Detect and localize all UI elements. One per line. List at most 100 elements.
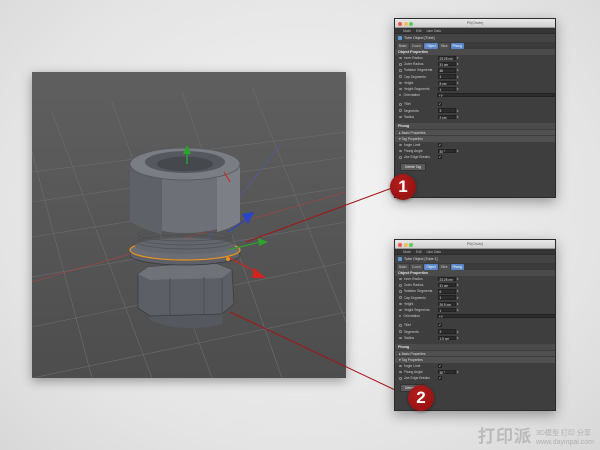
- property-value-field[interactable]: 1: [437, 295, 456, 300]
- animate-dot-icon[interactable]: [399, 336, 402, 340]
- tab-object[interactable]: Object: [424, 263, 438, 270]
- menu-item[interactable]: User Data: [426, 29, 440, 33]
- window-title: P0(Chutn): [466, 21, 484, 26]
- property-checkbox[interactable]: ✓: [437, 363, 442, 368]
- menu-item[interactable]: Edit: [416, 29, 422, 33]
- animate-dot-icon[interactable]: [399, 277, 402, 281]
- property-row[interactable]: Use Edge Breaks ✓: [395, 375, 555, 381]
- animate-dot-icon[interactable]: [399, 302, 402, 306]
- animate-dot-icon[interactable]: [399, 290, 402, 293]
- property-label: Angle Limit: [403, 363, 421, 368]
- animate-dot-icon[interactable]: [399, 63, 402, 66]
- property-checkbox[interactable]: ✓: [437, 142, 442, 147]
- animate-dot-icon[interactable]: [399, 314, 402, 318]
- property-checkbox[interactable]: ✓: [437, 376, 442, 381]
- property-label: Orientation: [403, 314, 421, 319]
- tab-slice[interactable]: Slice: [438, 42, 450, 49]
- stepper-arrows-icon[interactable]: ⬍: [457, 68, 459, 72]
- menu-item[interactable]: Edit: [416, 250, 422, 254]
- menu-item[interactable]: Mode: [403, 250, 411, 254]
- tab-object[interactable]: Object: [424, 42, 438, 49]
- property-value-field[interactable]: 23.25 cm: [437, 276, 456, 282]
- property-row[interactable]: Use Edge Breaks ✓: [395, 154, 555, 160]
- stepper-arrows-icon[interactable]: ⬍: [457, 87, 459, 91]
- property-value-field[interactable]: 1: [437, 307, 456, 313]
- animate-dot-icon[interactable]: [399, 284, 402, 287]
- tab-coord[interactable]: Coord.: [409, 263, 424, 270]
- menu-item[interactable]: User Data: [426, 250, 440, 254]
- stepper-arrows-icon[interactable]: ⬍: [457, 296, 459, 300]
- property-value-field[interactable]: 31 cm: [437, 62, 456, 67]
- stepper-arrows-icon[interactable]: ⬍: [457, 109, 459, 113]
- tab-coord[interactable]: Coord.: [409, 42, 424, 49]
- animate-dot-icon[interactable]: [399, 75, 402, 78]
- tab-basic[interactable]: Basic: [397, 42, 409, 49]
- property-checkbox[interactable]: ✓: [437, 155, 442, 160]
- animate-dot-icon[interactable]: [399, 81, 402, 85]
- property-value-field[interactable]: 1.5 cm: [437, 335, 456, 341]
- property-value-field[interactable]: 6: [437, 289, 456, 294]
- stepper-arrows-icon[interactable]: ⬍: [457, 308, 459, 312]
- animate-dot-icon[interactable]: [399, 308, 402, 312]
- tab-slice[interactable]: Slice: [438, 263, 450, 270]
- phong-subsection[interactable]: ▸ Basic Properties: [395, 350, 555, 357]
- property-label: Phong Angle: [403, 370, 423, 375]
- delete-tag-button[interactable]: Delete Tag: [400, 163, 427, 172]
- animate-dot-icon[interactable]: [399, 69, 402, 72]
- stepper-arrows-icon[interactable]: ⬍: [457, 283, 459, 287]
- property-value-field[interactable]: 1: [437, 74, 456, 79]
- stepper-arrows-icon[interactable]: ⬍: [457, 370, 459, 374]
- property-value-field[interactable]: 8 cm: [437, 80, 456, 86]
- stepper-arrows-icon[interactable]: ⬍: [457, 56, 459, 60]
- property-label: Cap Segments: [403, 74, 426, 79]
- stepper-arrows-icon[interactable]: ⬍: [457, 81, 459, 85]
- property-value-field[interactable]: +Y: [436, 93, 555, 98]
- property-value-field[interactable]: 1: [437, 86, 456, 92]
- property-checkbox[interactable]: ✓: [437, 102, 442, 107]
- animate-dot-icon[interactable]: [399, 87, 402, 91]
- property-value-field[interactable]: 30 °: [437, 369, 456, 375]
- property-value-field[interactable]: 26.5 cm: [437, 301, 456, 307]
- property-value-field[interactable]: 3: [437, 329, 456, 334]
- stepper-arrows-icon[interactable]: ⬍: [457, 302, 459, 306]
- animate-dot-icon[interactable]: [399, 93, 402, 97]
- stepper-arrows-icon[interactable]: ⬍: [457, 75, 459, 79]
- animate-dot-icon[interactable]: [399, 370, 402, 374]
- property-checkbox[interactable]: ✓: [437, 323, 442, 328]
- animate-dot-icon[interactable]: [399, 377, 402, 380]
- animate-dot-icon[interactable]: [399, 56, 402, 60]
- animate-dot-icon[interactable]: [399, 109, 402, 112]
- phong-subsection[interactable]: ▸ Basic Properties: [395, 129, 555, 136]
- attributes-panel-1[interactable]: P0(Chutn) Mode Edit User Data Tube Object [T…: [394, 18, 556, 198]
- property-value-field[interactable]: +Y: [436, 314, 555, 319]
- animate-dot-icon[interactable]: [399, 143, 402, 147]
- property-value-field[interactable]: 3: [437, 108, 456, 113]
- animate-dot-icon[interactable]: [399, 296, 402, 299]
- tab-phong[interactable]: Phong: [450, 263, 464, 270]
- animate-dot-icon[interactable]: [399, 103, 402, 106]
- stepper-arrows-icon[interactable]: ⬍: [457, 62, 459, 66]
- stepper-arrows-icon[interactable]: ⬍: [457, 277, 459, 281]
- stepper-arrows-icon[interactable]: ⬍: [457, 330, 459, 334]
- property-value-field[interactable]: 23.25 cm: [437, 55, 456, 61]
- animate-dot-icon[interactable]: [399, 324, 402, 327]
- menu-item[interactable]: Mode: [403, 29, 411, 33]
- stepper-arrows-icon[interactable]: ⬍: [457, 149, 459, 153]
- animate-dot-icon[interactable]: [399, 364, 402, 368]
- tab-basic[interactable]: Basic: [397, 263, 409, 270]
- tab-phong[interactable]: Phong: [450, 42, 464, 49]
- property-value-field[interactable]: 2 cm: [437, 114, 456, 120]
- stepper-arrows-icon[interactable]: ⬍: [457, 289, 459, 293]
- animate-dot-icon[interactable]: [399, 149, 402, 153]
- property-value-field[interactable]: 36: [437, 68, 456, 73]
- property-value-field[interactable]: 30 °: [437, 148, 456, 154]
- animate-dot-icon[interactable]: [399, 156, 402, 159]
- stepper-arrows-icon[interactable]: ⬍: [457, 336, 459, 340]
- stepper-arrows-icon[interactable]: ⬍: [457, 115, 459, 119]
- callout-badge-1: 1: [390, 174, 416, 200]
- property-label: Height: [403, 80, 414, 85]
- property-value-field[interactable]: 31 cm: [437, 283, 456, 288]
- watermark-logo: 打印派: [478, 427, 533, 446]
- animate-dot-icon[interactable]: [399, 115, 402, 119]
- animate-dot-icon[interactable]: [399, 330, 402, 333]
